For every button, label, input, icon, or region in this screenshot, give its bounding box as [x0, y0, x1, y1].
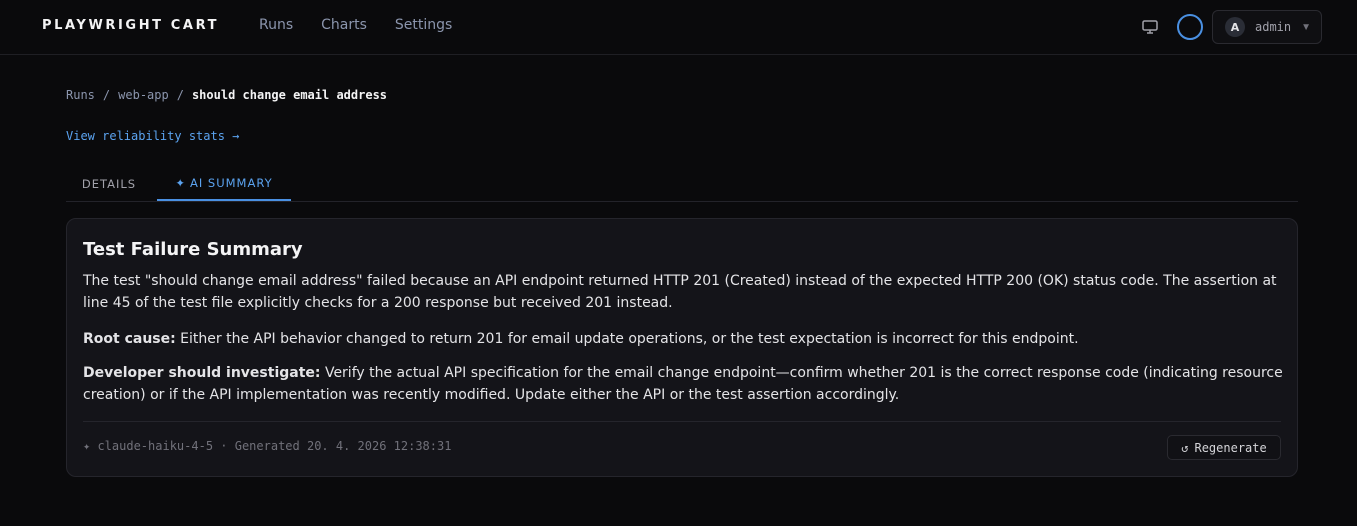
tab-ai-summary[interactable]: ✦ AI SUMMARY: [157, 167, 291, 201]
tab-details-label: DETAILS: [81, 177, 137, 191]
sparkle-icon: ✦: [175, 176, 186, 190]
breadcrumb: Runs / web-app / should change email add…: [66, 88, 387, 102]
root-cause-text: Either the API behavior changed to retur…: [175, 331, 1079, 347]
user-name: admin: [1255, 20, 1292, 34]
generation-meta: ✦ claude-haiku-4-5 · Generated 20. 4. 20…: [83, 439, 452, 453]
user-menu-button[interactable]: A admin ▼: [1212, 10, 1322, 44]
tab-ai-summary-label: AI SUMMARY: [190, 176, 273, 190]
investigate-label: Developer should investigate:: [83, 365, 321, 381]
divider: [83, 421, 1281, 422]
regenerate-button[interactable]: ↺ Regenerate: [1167, 435, 1281, 460]
breadcrumb-runs[interactable]: Runs: [66, 88, 95, 102]
breadcrumb-project[interactable]: web-app: [118, 88, 169, 102]
refresh-icon: ↺: [1181, 440, 1189, 455]
summary-paragraph: The test "should change email address" f…: [83, 273, 1277, 311]
nav-settings[interactable]: Settings: [395, 17, 452, 33]
nav-runs[interactable]: Runs: [259, 17, 293, 33]
top-navigation-bar: PLAYWRIGHT CART Runs Charts Settings A a…: [0, 0, 1357, 55]
breadcrumb-current: should change email address: [191, 88, 388, 102]
summary-title: Test Failure Summary: [83, 239, 303, 260]
view-reliability-stats-link[interactable]: View reliability stats →: [66, 129, 239, 143]
breadcrumb-separator: /: [102, 88, 111, 102]
root-cause-paragraph: Root cause: Either the API behavior chan…: [83, 328, 1288, 350]
monitor-icon[interactable]: [1141, 18, 1159, 36]
status-ring-icon[interactable]: [1177, 14, 1203, 40]
nav-charts[interactable]: Charts: [321, 17, 367, 33]
root-cause-label: Root cause:: [83, 331, 176, 347]
tab-details[interactable]: DETAILS: [66, 167, 152, 201]
breadcrumb-separator: /: [176, 88, 184, 102]
tab-bar: DETAILS ✦ AI SUMMARY: [66, 167, 1298, 202]
main-nav: Runs Charts Settings: [259, 17, 452, 33]
chevron-down-icon: ▼: [1301, 21, 1312, 33]
investigate-paragraph: Developer should investigate: Verify the…: [83, 362, 1288, 406]
avatar: A: [1225, 17, 1245, 37]
ai-summary-card: Test Failure Summary The test "should ch…: [66, 218, 1298, 477]
regenerate-label: Regenerate: [1194, 440, 1267, 455]
app-logo[interactable]: PLAYWRIGHT CART: [42, 18, 219, 33]
